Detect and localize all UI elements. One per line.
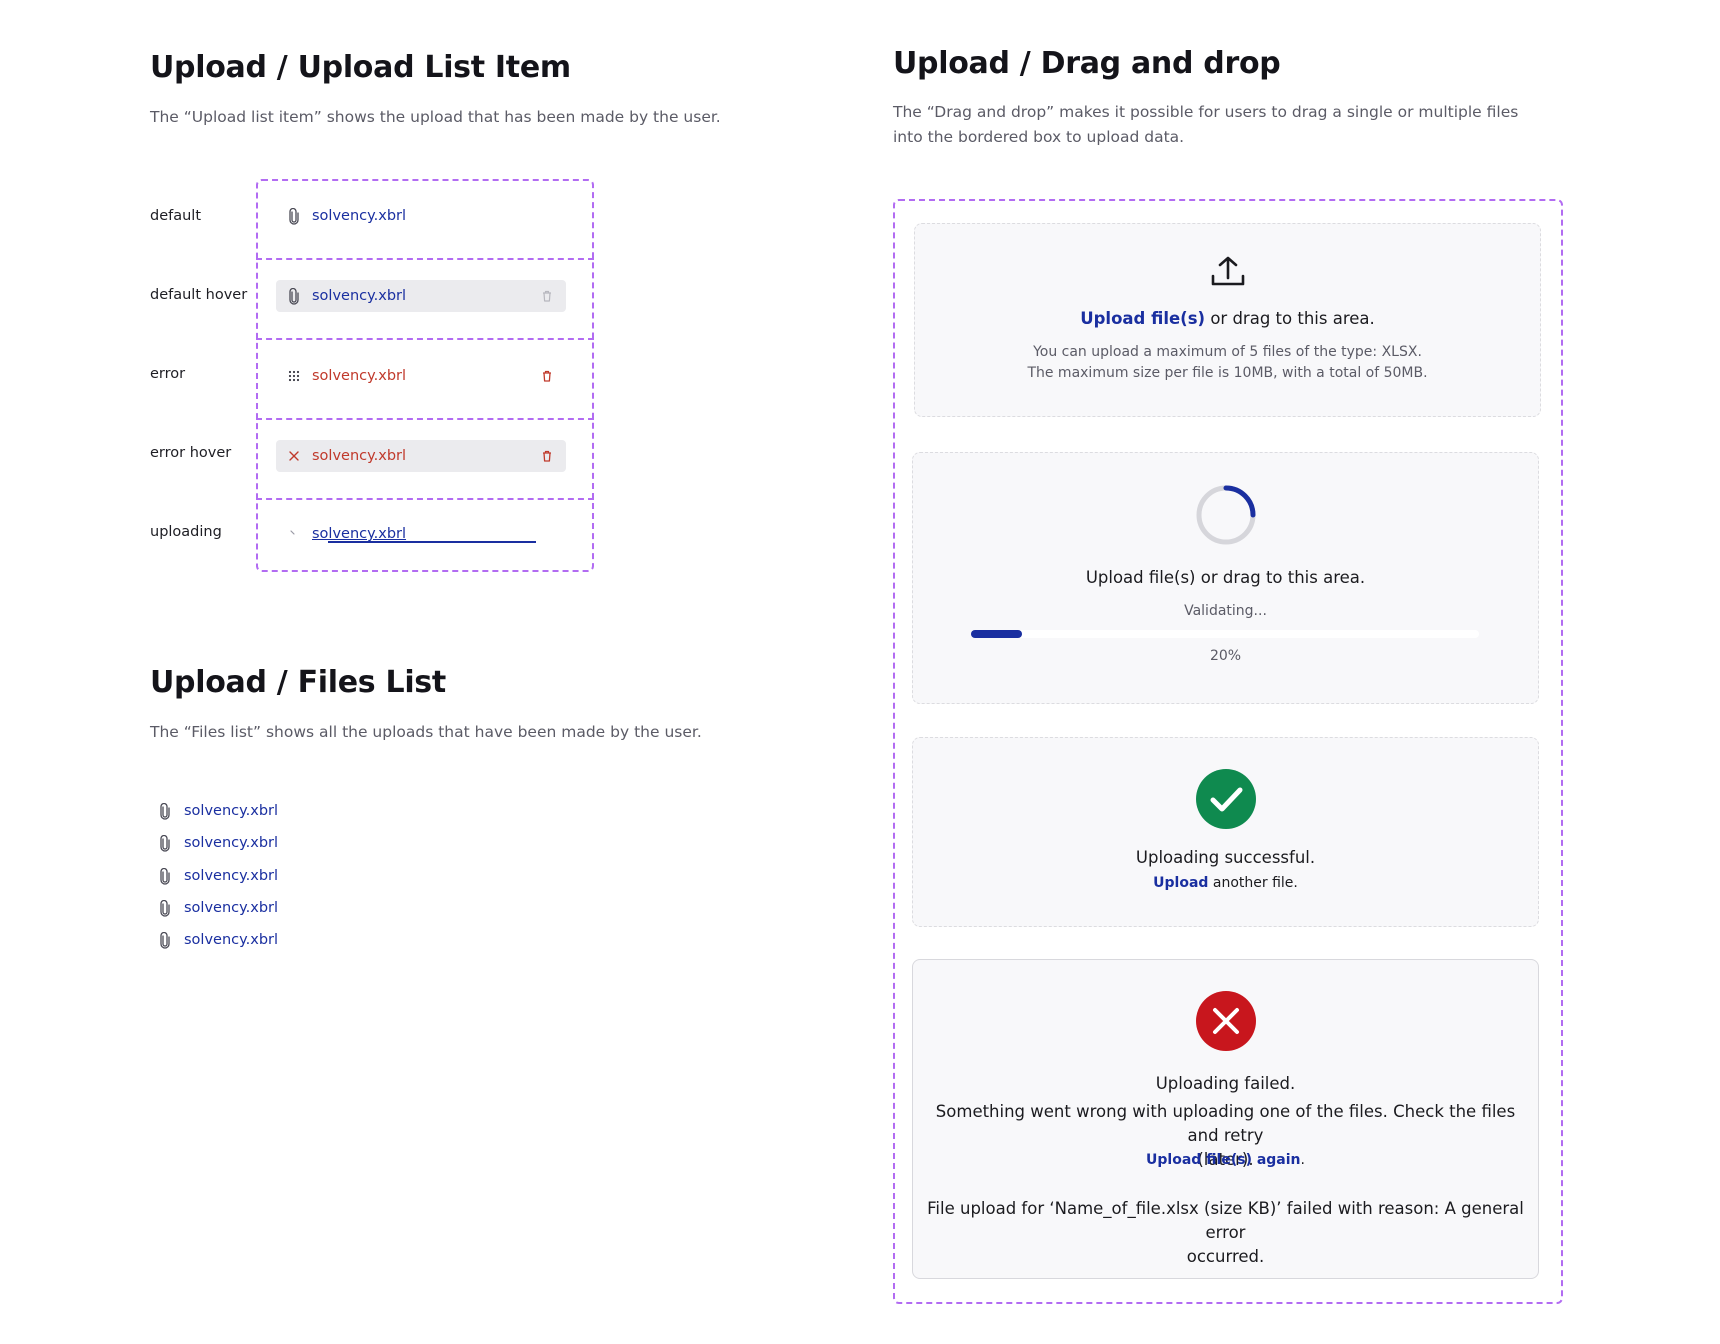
upload-another-prompt: Upload another file. xyxy=(1153,875,1298,891)
progress-bar xyxy=(971,630,1479,638)
trash-icon[interactable] xyxy=(540,449,554,463)
file-name-link[interactable]: solvency.xbrl xyxy=(184,932,278,948)
drag-drop-section-description: The “Drag and drop” makes it possible fo… xyxy=(893,103,1519,146)
paperclip-icon xyxy=(286,207,302,225)
progress-bar-fill xyxy=(971,630,1022,638)
upload-progress-line xyxy=(328,541,536,543)
files-list-item[interactable]: solvency.xbrl xyxy=(158,864,278,888)
file-name-link[interactable]: solvency.xbrl xyxy=(184,835,278,851)
close-icon[interactable] xyxy=(286,448,302,464)
trash-icon[interactable] xyxy=(540,289,554,303)
files-list-item[interactable]: solvency.xbrl xyxy=(158,831,278,855)
failure-reason: File upload for ‘Name_of_file.xlsx (size… xyxy=(927,1199,1524,1266)
drop-zone-prompt: Upload file(s) or drag to this area. xyxy=(1085,568,1366,587)
upload-list-item-default[interactable]: solvency.xbrl xyxy=(276,200,566,232)
files-list-section-title: Upload / Files List xyxy=(150,665,446,700)
file-name-error[interactable]: solvency.xbrl xyxy=(312,448,406,464)
trash-icon[interactable] xyxy=(540,369,554,383)
paperclip-icon xyxy=(158,834,172,852)
state-label-error: error xyxy=(150,366,186,382)
upload-list-item-uploading: solvency.xbrl xyxy=(276,518,566,550)
divider xyxy=(256,338,594,340)
list-item-section-title: Upload / Upload List Item xyxy=(150,50,571,85)
files-list-item[interactable]: solvency.xbrl xyxy=(158,928,278,952)
upload-again-prompt: Upload file(s) again. xyxy=(1146,1152,1305,1168)
drop-zone-prompt: Upload file(s) or drag to this area. xyxy=(1080,309,1375,328)
upload-again-link[interactable]: Upload file(s) again xyxy=(1146,1152,1301,1168)
upload-icon xyxy=(915,254,1540,292)
drag-handle-icon xyxy=(286,368,302,384)
file-name-link[interactable]: solvency.xbrl xyxy=(184,803,278,819)
drag-drop-section-title: Upload / Drag and drop xyxy=(893,46,1281,81)
drop-zone-success: Uploading successful. Upload another fil… xyxy=(912,737,1539,927)
file-name-error[interactable]: solvency.xbrl xyxy=(312,368,406,384)
state-label-default: default xyxy=(150,208,202,224)
upload-list-item-error[interactable]: solvency.xbrl xyxy=(276,360,566,392)
drop-zone-validating: Upload file(s) or drag to this area. Val… xyxy=(912,452,1539,704)
list-item-variants-frame: solvency.xbrl solvency.xbrl solvency.xbr… xyxy=(256,179,594,572)
file-name-link[interactable]: solvency.xbrl xyxy=(312,526,406,542)
drop-zone-hint: You can upload a maximum of 5 files of t… xyxy=(1027,344,1428,381)
divider xyxy=(256,498,594,500)
files-list-item[interactable]: solvency.xbrl xyxy=(158,896,278,920)
paperclip-icon xyxy=(158,931,172,949)
success-check-icon xyxy=(913,768,1538,834)
drop-zone-default[interactable]: Upload file(s) or drag to this area. You… xyxy=(914,223,1541,417)
failed-title: Uploading failed. xyxy=(1155,1074,1296,1093)
upload-list-item-default-hover[interactable]: solvency.xbrl xyxy=(276,280,566,312)
state-label-error-hover: error hover xyxy=(150,445,232,461)
paperclip-icon xyxy=(158,802,172,820)
file-name-link[interactable]: solvency.xbrl xyxy=(312,208,406,224)
files-list-section-description: The “Files list” shows all the uploads t… xyxy=(150,723,702,741)
drag-drop-variants-frame: Upload file(s) or drag to this area. You… xyxy=(893,199,1563,1304)
divider xyxy=(256,418,594,420)
success-title: Uploading successful. xyxy=(1135,848,1316,867)
loading-spinner-icon xyxy=(913,483,1538,551)
paperclip-icon xyxy=(158,867,172,885)
files-list-item[interactable]: solvency.xbrl xyxy=(158,799,278,823)
upload-link[interactable]: Upload xyxy=(1153,875,1208,891)
file-name-link[interactable]: solvency.xbrl xyxy=(312,288,406,304)
state-label-uploading: uploading xyxy=(150,524,222,540)
upload-list-item-error-hover[interactable]: solvency.xbrl xyxy=(276,440,566,472)
drop-zone-failed: Uploading failed. Something went wrong w… xyxy=(912,959,1539,1279)
file-name-link[interactable]: solvency.xbrl xyxy=(184,900,278,916)
paperclip-icon xyxy=(158,899,172,917)
state-label-default-hover: default hover xyxy=(150,287,248,303)
upload-files-link[interactable]: Upload file(s) xyxy=(1080,309,1205,328)
error-close-icon xyxy=(913,990,1538,1056)
paperclip-icon xyxy=(286,287,302,305)
divider xyxy=(256,258,594,260)
progress-percentage: 20% xyxy=(1209,648,1242,664)
file-name-link[interactable]: solvency.xbrl xyxy=(184,868,278,884)
list-item-section-description: The “Upload list item” shows the upload … xyxy=(150,108,721,126)
validating-status: Validating... xyxy=(1184,603,1267,619)
spinner-icon xyxy=(286,526,302,542)
